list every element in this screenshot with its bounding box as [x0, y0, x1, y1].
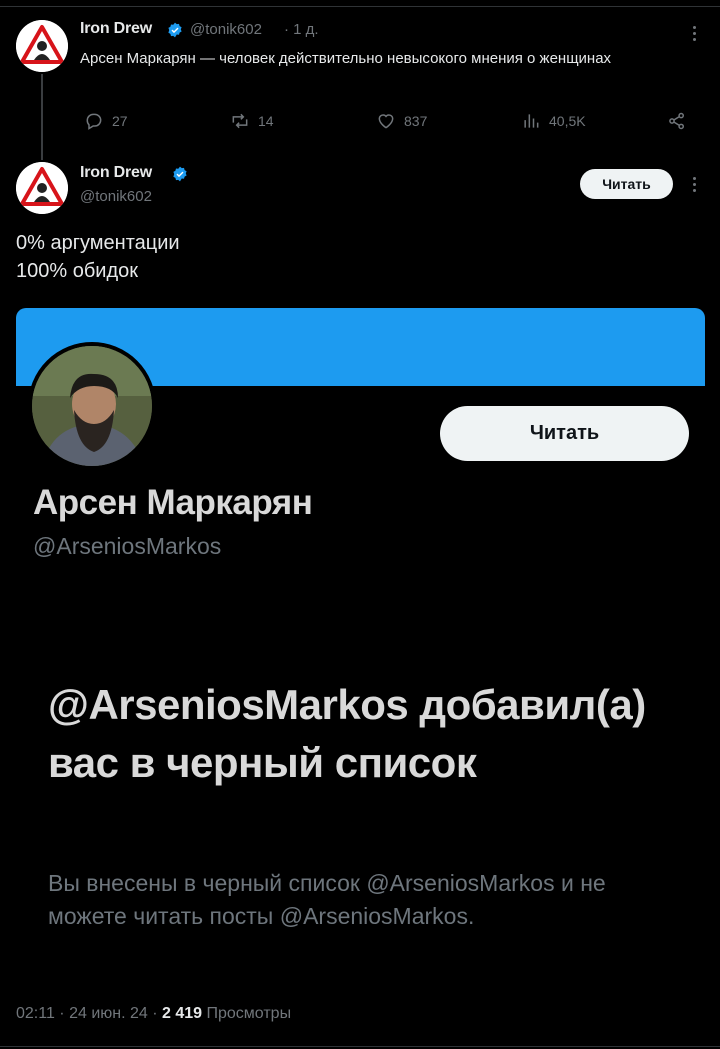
warning-logo-icon: [16, 162, 68, 214]
profile-avatar-photo: [28, 342, 156, 470]
profile-handle: @ArseniosMarkos: [33, 533, 222, 559]
profile-name: Арсен Маркарян: [33, 483, 313, 522]
repost-icon: [232, 113, 248, 129]
reply-author-name[interactable]: Iron Drew: [80, 20, 152, 38]
tweet-timestamp[interactable]: 02:11 · 24 июн. 24 ·: [16, 1005, 162, 1022]
reply-author-handle[interactable]: @tonik602: [190, 21, 262, 38]
tweet-meta: 02:11 · 24 июн. 24 · 2 419 Просмотры: [16, 1005, 291, 1023]
tweet-views-label: Просмотры: [202, 1005, 292, 1022]
main-author-name[interactable]: Iron Drew: [80, 164, 152, 182]
avatar-reply-author[interactable]: [16, 20, 68, 72]
views-button[interactable]: 40,5K: [521, 110, 586, 132]
thread-line: [41, 74, 43, 160]
main-tweet-text: 0% аргументации 100% обидок: [16, 229, 180, 285]
share-button[interactable]: [667, 110, 695, 132]
main-tweet-line: 100% обидок: [16, 260, 139, 282]
top-divider: [0, 6, 720, 7]
bottom-divider: [0, 1046, 720, 1047]
reply-text: Арсен Маркарян — человек действительно н…: [80, 50, 612, 67]
profile-follow-button: Читать: [440, 406, 689, 461]
repost-button[interactable]: 14: [230, 110, 274, 132]
avatar-main-author[interactable]: [16, 162, 68, 214]
verified-badge-icon: [168, 22, 182, 38]
main-tweet-line: 0% аргументации: [16, 232, 180, 254]
tweet-views-count: 2 419: [162, 1005, 203, 1022]
blocked-title: @ArseniosMarkos добавил(а) вас в черный …: [48, 681, 646, 786]
reply-icon: [86, 113, 102, 130]
reply-button[interactable]: 27: [84, 110, 128, 132]
more-icon[interactable]: [689, 26, 699, 44]
blocked-description: Вы внесены в черный список @ArseniosMark…: [48, 870, 606, 929]
warning-logo-icon: [16, 20, 68, 72]
main-author-handle[interactable]: @tonik602: [80, 188, 152, 205]
views-count: 40,5K: [549, 113, 586, 129]
profile-photo: [32, 346, 152, 466]
views-icon: [524, 114, 539, 128]
reply-age[interactable]: · 1 д.: [284, 21, 319, 38]
like-icon: [378, 114, 394, 129]
like-count: 837: [404, 113, 428, 129]
verified-badge-icon: [173, 166, 187, 182]
follow-button[interactable]: Читать: [580, 169, 673, 199]
like-button[interactable]: 837: [376, 110, 427, 132]
reply-count: 27: [112, 113, 128, 129]
more-icon[interactable]: [689, 177, 699, 195]
repost-count: 14: [258, 113, 274, 129]
share-icon: [669, 112, 684, 130]
